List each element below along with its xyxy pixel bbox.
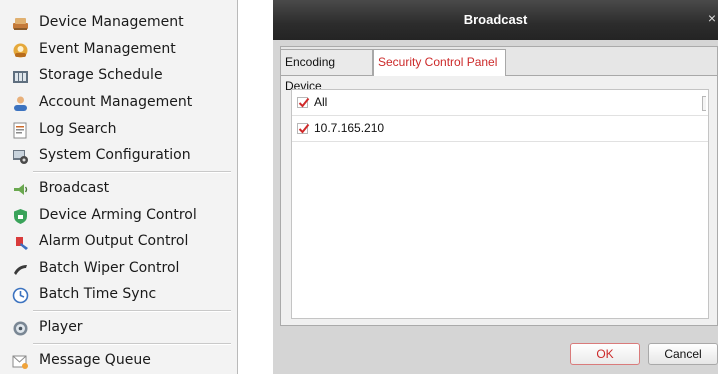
checkbox-device[interactable] (297, 123, 310, 134)
close-icon[interactable]: × (708, 10, 716, 26)
menu-item-label: Player (39, 319, 83, 335)
menu-item-batch-wiper-control[interactable]: Batch Wiper Control (0, 256, 236, 282)
cancel-button[interactable]: Cancel (648, 343, 718, 365)
ok-button[interactable]: OK (570, 343, 640, 365)
player-icon (12, 320, 29, 337)
wiper-icon (12, 261, 29, 278)
device-arming-icon (12, 208, 29, 225)
storage-schedule-icon (12, 68, 29, 85)
dialog-title: Broadcast (463, 12, 528, 27)
menu-item-label: Device Management (39, 14, 184, 30)
clock-icon (12, 287, 29, 304)
system-configuration-icon (12, 148, 29, 165)
dialog-titlebar[interactable]: Broadcast × (273, 0, 718, 40)
log-search-icon (12, 122, 29, 139)
list-item[interactable]: 10.7.165.210 (292, 116, 708, 142)
menu-item-label: Log Search (39, 121, 117, 137)
menu-item-system-configuration[interactable]: System Configuration (0, 143, 236, 169)
menu-item-broadcast[interactable]: Broadcast (0, 176, 236, 202)
menu-separator (33, 343, 231, 345)
menu-item-label: Device Arming Control (39, 207, 197, 223)
menu-item-label: Alarm Output Control (39, 233, 189, 249)
menu-item-device-arming-control[interactable]: Device Arming Control (0, 203, 236, 229)
menu-item-label: Message Queue (39, 352, 151, 368)
menu-item-batch-time-sync[interactable]: Batch Time Sync (0, 282, 236, 308)
menu-item-player[interactable]: Player (0, 315, 236, 341)
tab-encoding-device[interactable]: Encoding Device (281, 49, 373, 93)
menu-item-account-management[interactable]: Account Management (0, 90, 236, 116)
list-item-label: 10.7.165.210 (314, 121, 385, 135)
list-item-label: All (314, 95, 328, 109)
tab-bar: Encoding Device Security Control Panel (281, 47, 717, 93)
device-management-icon (12, 15, 29, 32)
menu-item-event-management[interactable]: Event Management (0, 37, 236, 63)
context-menu: Device Management Event Management Stora… (0, 0, 238, 374)
alarm-output-icon (12, 234, 29, 251)
menu-separator (33, 171, 231, 173)
dialog-panel: Encoding Device Security Control Panel A… (280, 46, 718, 326)
broadcast-icon (12, 181, 29, 198)
broadcast-dialog: Broadcast × Encoding Device Security Con… (273, 0, 718, 374)
menu-item-message-queue[interactable]: Message Queue (0, 348, 236, 374)
menu-item-label: Batch Wiper Control (39, 260, 180, 276)
message-queue-icon (12, 353, 29, 370)
menu-item-log-search[interactable]: Log Search (0, 117, 236, 143)
menu-item-storage-schedule[interactable]: Storage Schedule (0, 63, 236, 89)
device-list: All 10.7.165.210 (291, 89, 709, 319)
scrollbar[interactable] (702, 96, 706, 111)
menu-item-alarm-output-control[interactable]: Alarm Output Control (0, 229, 236, 255)
menu-item-label: Account Management (39, 94, 193, 110)
menu-item-label: Batch Time Sync (39, 286, 157, 302)
menu-item-device-management[interactable]: Device Management (0, 10, 236, 36)
menu-item-label: System Configuration (39, 147, 191, 163)
menu-item-label: Broadcast (39, 180, 110, 196)
list-item[interactable]: All (292, 90, 708, 116)
checkbox-all[interactable] (297, 97, 310, 108)
menu-item-label: Storage Schedule (39, 67, 163, 83)
account-management-icon (12, 95, 29, 112)
event-management-icon (12, 42, 29, 59)
tab-security-control-panel[interactable]: Security Control Panel (373, 49, 506, 76)
menu-separator (33, 310, 231, 312)
menu-item-label: Event Management (39, 41, 176, 57)
